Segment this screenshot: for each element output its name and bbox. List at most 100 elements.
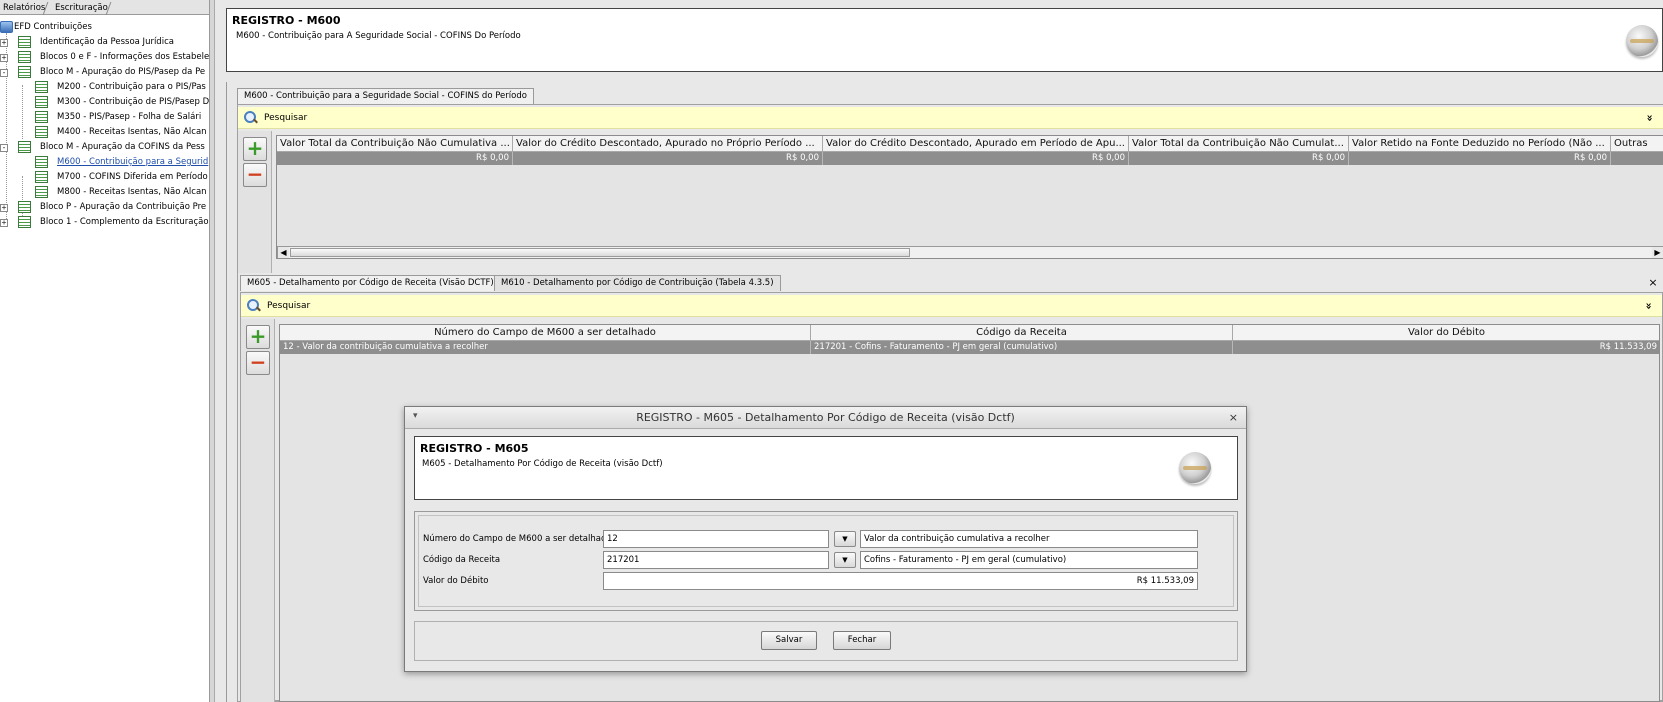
tree-item-label: Bloco M - Apuração da COFINS da Pess [40,142,205,152]
column-header[interactable]: Valor Total da Contribuição Não Cumulat.… [1129,136,1349,152]
tree-item-label: M400 - Receitas Isentas, Não Alcan [57,127,207,137]
remove-row-button[interactable]: − [243,163,267,187]
row-actions: + − [238,131,272,273]
dialog-header: REGISTRO - M605 M605 - Detalhamento Por … [414,436,1238,500]
row-actions: + − [241,319,275,702]
codigo-description: Cofins - Faturamento - PJ em geral (cumu… [860,551,1198,569]
tree-item[interactable]: + Blocos 0 e F - Informações dos Estabel… [0,50,210,65]
tree-item-label: M800 - Receitas Isentas, Não Alcan [57,187,207,197]
register-icon [18,51,31,63]
table-cell: R$ 0,00 [1349,152,1611,165]
tree-item[interactable]: + Bloco 1 - Complemento da Escrituração [0,215,210,230]
close-icon[interactable]: × [1229,411,1238,424]
add-row-button[interactable]: + [246,325,270,349]
tree-item-label: M300 - Contribuição de PIS/Pasep D [57,97,210,107]
tree-item-label: M700 - COFINS Diferida em Período [57,172,208,182]
tab-m600[interactable]: M600 - Contribuição para a Seguridade So… [237,88,534,104]
m600-table: Valor Total da Contribuição Não Cumulati… [276,135,1663,259]
close-button[interactable]: Fechar [833,631,891,650]
scroll-right-icon[interactable]: ▶ [1652,247,1663,258]
search-icon [244,111,258,125]
register-icon [18,36,31,48]
horizontal-scrollbar[interactable]: ◀ ▶ [277,246,1663,258]
table-cell: R$ 0,00 [823,152,1129,165]
table-cell: R$ 11.533,09 [1233,341,1659,354]
tree-item[interactable]: M350 - PIS/Pasep - Folha de Salári [0,110,210,125]
dialog-register-subtitle: M605 - Detalhamento Por Código de Receit… [422,459,663,469]
scrollbar-thumb[interactable] [290,248,910,257]
dialog-form: Número do Campo de M600 a ser detalhado … [414,511,1238,611]
search-bar[interactable]: Pesquisar » [238,107,1663,129]
tree-item[interactable]: - Bloco M - Apuração do PIS/Pasep da Pe [0,65,210,80]
register-header: REGISTRO - M600 M600 - Contribuição para… [226,8,1663,72]
tree-item[interactable]: M300 - Contribuição de PIS/Pasep D [0,95,210,110]
codigo-input[interactable]: 217201 [603,551,829,569]
tree-item-label: M350 - PIS/Pasep - Folha de Salári [57,112,202,122]
tree-root[interactable]: EFD Contribuições [0,20,210,35]
collapse-icon[interactable]: - [0,144,8,152]
tree-item[interactable]: + Bloco P - Apuração da Contribuição Pre [0,200,210,215]
search-label: Pesquisar [267,301,311,311]
scroll-left-icon[interactable]: ◀ [278,247,289,258]
tree-item-selected[interactable]: M600 - Contribuição para a Segurid [0,155,210,170]
expand-icon[interactable]: + [0,219,8,227]
column-header[interactable]: Valor do Débito [1233,325,1659,341]
tab-m605[interactable]: M605 - Detalhamento por Código de Receit… [240,275,501,291]
database-icon [0,21,13,33]
campo-description: Valor da contribuição cumulativa a recol… [860,530,1198,548]
tree-item[interactable]: - Bloco M - Apuração da COFINS da Pess [0,140,210,155]
register-icon [18,216,31,228]
register-icon [18,201,31,213]
column-header[interactable]: Valor do Crédito Descontado, Apurado no … [513,136,823,152]
search-bar[interactable]: Pesquisar » [241,295,1662,317]
dialog-button-bar: Salvar Fechar [414,621,1238,661]
register-icon [35,186,48,198]
save-button[interactable]: Salvar [761,631,817,650]
tree-item[interactable]: M400 - Receitas Isentas, Não Alcan [0,125,210,140]
register-icon [35,96,48,108]
valor-label: Valor do Débito [423,576,489,586]
dialog-register-title: REGISTRO - M605 [420,442,529,455]
tree-item[interactable]: M200 - Contribuição para o PIS/Pas [0,80,210,95]
search-icon [247,299,261,313]
search-label: Pesquisar [264,113,308,123]
expand-search-icon[interactable]: » [1640,114,1658,121]
table-cell: R$ 0,00 [513,152,823,165]
column-header[interactable]: Valor Retido na Fonte Deduzido no Períod… [1349,136,1611,152]
panel-splitter[interactable] [210,0,215,702]
codigo-dropdown-button[interactable]: ▼ [834,552,856,568]
expand-icon[interactable]: + [0,204,8,212]
tree-item-label: Identificação da Pessoa Jurídica [40,37,174,47]
tree-item[interactable]: M800 - Receitas Isentas, Não Alcan [0,185,210,200]
expand-search-icon[interactable]: » [1639,302,1657,309]
campo-dropdown-button[interactable]: ▼ [834,531,856,547]
remove-row-button[interactable]: − [246,351,270,375]
tree-item-label: Bloco 1 - Complemento da Escrituração [40,217,209,227]
table-cell: 217201 - Cofins - Faturamento - PJ em ge… [811,341,1233,354]
table-cell: 12 - Valor da contribuição cumulativa a … [280,341,811,354]
column-header[interactable]: Número do Campo de M600 a ser detalhado [280,325,811,341]
campo-label: Número do Campo de M600 a ser detalhado [423,534,612,544]
tree-item[interactable]: + Identificação da Pessoa Jurídica [0,35,210,50]
column-header[interactable]: Código da Receita [811,325,1233,341]
expand-icon[interactable]: + [0,39,8,47]
close-icon[interactable]: × [1647,277,1659,289]
tree-item-label: Bloco P - Apuração da Contribuição Pre [40,202,207,212]
tab-escrituracao[interactable]: Escrituração [52,2,111,15]
dialog-titlebar[interactable]: ▾ REGISTRO - M605 - Detalhamento Por Cód… [405,407,1246,429]
register-icon [35,81,48,93]
column-header[interactable]: Valor Total da Contribuição Não Cumulati… [277,136,513,152]
tree-item[interactable]: M700 - COFINS Diferida em Período [0,170,210,185]
tree-item-label: M200 - Contribuição para o PIS/Pas [57,82,206,92]
column-header[interactable]: Valor do Crédito Descontado, Apurado em … [823,136,1129,152]
m605-dialog: ▾ REGISTRO - M605 - Detalhamento Por Cód… [404,406,1247,672]
add-row-button[interactable]: + [243,137,267,161]
register-icon [18,66,31,78]
expand-icon[interactable]: + [0,54,8,62]
valor-input[interactable]: R$ 11.533,09 [603,572,1198,590]
collapse-icon[interactable]: - [0,69,8,77]
tab-relatorios[interactable]: Relatórios [0,2,48,15]
column-header[interactable]: Outras [1611,136,1663,152]
tab-m610[interactable]: M610 - Detalhamento por Código de Contri… [494,275,781,291]
campo-input[interactable]: 12 [603,530,829,548]
